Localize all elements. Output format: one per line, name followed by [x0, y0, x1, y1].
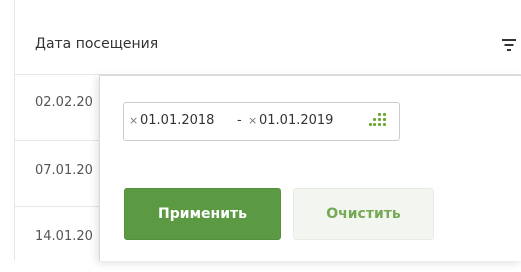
table-cell-date: 07.01.20 [35, 163, 93, 178]
calendar-grid-icon[interactable] [369, 113, 387, 127]
date-range-separator: - [237, 113, 242, 128]
table-header: Дата посещения [14, 13, 521, 75]
apply-button[interactable]: Применить [124, 188, 281, 240]
filter-icon[interactable] [502, 39, 516, 51]
date-filter-popup: × 01.01.2018 - × 01.01.2019 Применить Оч… [99, 75, 521, 261]
from-date-value[interactable]: 01.01.2018 [140, 113, 214, 128]
clear-to-date-icon[interactable]: × [248, 114, 257, 127]
to-date-value[interactable]: 01.01.2019 [259, 113, 333, 128]
column-header-visit-date: Дата посещения [35, 36, 159, 52]
clear-from-date-icon[interactable]: × [129, 114, 138, 127]
table-cell-date: 14.01.20 [35, 229, 93, 244]
date-range-input[interactable]: × 01.01.2018 - × 01.01.2019 [123, 102, 400, 141]
table-cell-date: 02.02.20 [35, 95, 93, 110]
clear-button[interactable]: Очистить [293, 188, 434, 240]
